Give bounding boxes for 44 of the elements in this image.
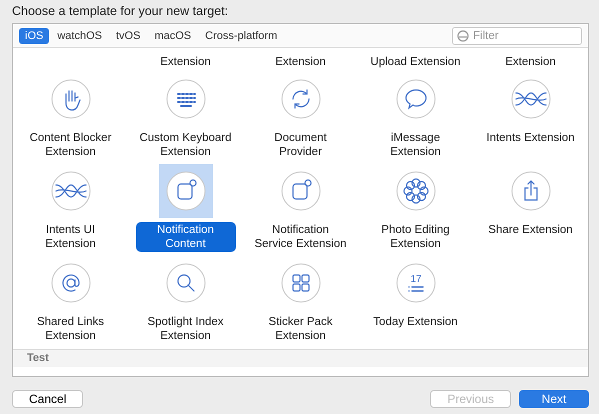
platform-tab[interactable]: Cross-platform	[199, 28, 284, 44]
selected-icon-highlight[interactable]	[158, 164, 212, 218]
template-label[interactable]: Spotlight Index Extension	[141, 314, 230, 344]
next-button[interactable]: Next	[519, 390, 589, 408]
template-label[interactable]: Today Extension	[367, 314, 464, 330]
waves-icon[interactable]	[50, 171, 90, 211]
grid-icon[interactable]	[280, 263, 320, 303]
keyboard-icon[interactable]	[166, 79, 206, 119]
template-label[interactable]: Sticker Pack Extension	[262, 314, 338, 344]
platform-tab[interactable]: watchOS	[51, 28, 108, 44]
notification-icon[interactable]	[280, 171, 320, 211]
waves-icon[interactable]	[510, 79, 550, 119]
template-label[interactable]: Notification Content	[136, 222, 236, 252]
template-label[interactable]: iMessage Extension	[384, 130, 447, 160]
template-label: Upload Extension	[370, 56, 461, 68]
notification-icon[interactable]	[166, 171, 206, 211]
cancel-button[interactable]: Cancel	[12, 390, 84, 408]
calendar-icon[interactable]: 17	[396, 263, 436, 303]
template-label: Extension	[275, 56, 326, 68]
platform-tab[interactable]: macOS	[148, 28, 198, 44]
sync-icon[interactable]	[280, 79, 320, 119]
template-label: Extension	[505, 56, 556, 68]
platform-tab[interactable]: tvOS	[110, 28, 146, 44]
template-label[interactable]: Custom Keyboard Extension	[133, 130, 238, 160]
template-label[interactable]: Notification Service Extension	[248, 222, 353, 252]
template-label[interactable]: Intents UI Extension	[39, 222, 102, 252]
template-label[interactable]: Share Extension	[482, 222, 579, 238]
filter-field[interactable]: Filter	[452, 26, 582, 44]
search-icon[interactable]	[166, 263, 206, 303]
section-title: Test	[27, 352, 49, 364]
template-label[interactable]: Photo Editing Extension	[375, 222, 456, 252]
platform-tab[interactable]: iOS	[19, 28, 50, 44]
template-label[interactable]: Shared Links Extension	[30, 314, 110, 344]
flower-icon[interactable]	[396, 171, 436, 211]
share-icon[interactable]	[510, 171, 550, 211]
at-icon[interactable]	[50, 263, 90, 303]
template-label[interactable]: Intents Extension	[480, 130, 581, 146]
template-label[interactable]: Content Blocker Extension	[24, 130, 118, 160]
dialog-heading: Choose a template for your new target:	[12, 3, 230, 20]
bubble-icon[interactable]	[396, 79, 436, 119]
template-label: Extension	[160, 56, 211, 68]
filter-icon	[457, 30, 469, 42]
template-label[interactable]: Document Provider	[268, 130, 333, 160]
hand-icon[interactable]	[50, 79, 90, 119]
